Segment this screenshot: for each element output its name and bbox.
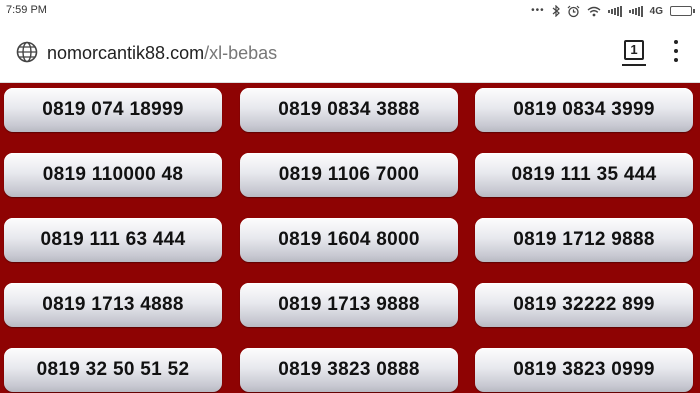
phone-number-button[interactable]: 0819 0834 3888 <box>240 88 458 132</box>
network-type-label: 4G <box>649 5 663 17</box>
phone-number-button[interactable]: 0819 3823 0888 <box>240 348 458 392</box>
signal-icon <box>607 5 622 17</box>
phone-number-button[interactable]: 0819 1106 7000 <box>240 153 458 197</box>
phone-number-button[interactable]: 0819 3823 0999 <box>475 348 693 392</box>
address-bar[interactable]: nomorcantik88.com/xl-bebas <box>47 42 277 64</box>
phone-number-button[interactable]: 0819 32222 899 <box>475 283 693 327</box>
phone-number-button[interactable]: 0819 32 50 51 52 <box>4 348 222 392</box>
browser-toolbar: nomorcantik88.com/xl-bebas 1 <box>0 22 700 83</box>
number-list-page: 0819 074 18999 0819 0834 3888 0819 0834 39… <box>0 83 700 393</box>
url-host: nomorcantik88.com <box>47 43 205 63</box>
phone-number-button[interactable]: 0819 1713 4888 <box>4 283 222 327</box>
tab-switcher-underline <box>622 64 646 66</box>
phone-number-button[interactable]: 0819 111 35 444 <box>475 153 693 197</box>
globe-icon[interactable] <box>16 41 38 63</box>
phone-number-button[interactable]: 0819 074 18999 <box>4 88 222 132</box>
status-icons: ••• 4G <box>531 3 695 19</box>
tab-switcher-button[interactable]: 1 <box>624 40 644 60</box>
phone-number-button[interactable]: 0819 1713 9888 <box>240 283 458 327</box>
phone-number-button[interactable]: 0819 110000 48 <box>4 153 222 197</box>
wifi-icon <box>587 6 601 17</box>
phone-number-button[interactable]: 0819 1712 9888 <box>475 218 693 262</box>
phone-number-button[interactable]: 0819 1604 8000 <box>240 218 458 262</box>
alarm-icon <box>567 5 580 18</box>
status-bar: 7:59 PM ••• 4G <box>0 0 700 22</box>
overflow-menu-icon[interactable] <box>668 38 684 64</box>
signal-icon <box>628 5 643 17</box>
more-dots-icon: ••• <box>531 5 545 16</box>
phone-number-button[interactable]: 0819 111 63 444 <box>4 218 222 262</box>
status-time: 7:59 PM <box>6 4 47 16</box>
phone-number-button[interactable]: 0819 0834 3999 <box>475 88 693 132</box>
bluetooth-icon <box>552 5 560 17</box>
battery-icon <box>670 6 695 16</box>
url-path: /xl-bebas <box>204 43 278 63</box>
